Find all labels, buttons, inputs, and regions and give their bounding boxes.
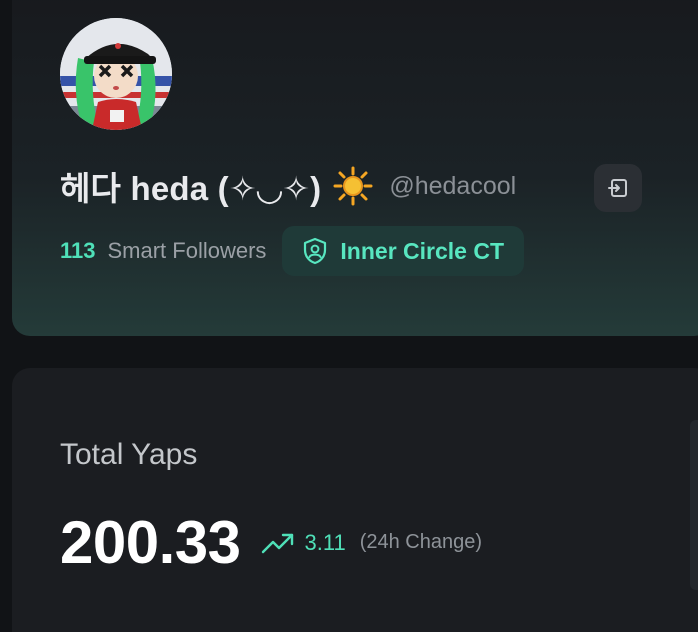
total-yaps-card: Total Yaps 200.33 3.11 (24h Change) xyxy=(12,368,698,632)
change-24h-label: (24h Change) xyxy=(359,531,483,553)
display-name: 헤다 heda (✧◡✧) xyxy=(60,170,322,207)
external-link-icon xyxy=(608,179,627,197)
total-yaps-value: 200.33 xyxy=(60,509,241,576)
name-row: 헤다 heda (✧◡✧) @hedacool xyxy=(60,162,516,210)
smart-followers-count[interactable]: 113 xyxy=(60,238,96,264)
total-yaps-row: 200.33 3.11 (24h Change) xyxy=(60,508,482,577)
trending-up-icon xyxy=(261,531,295,555)
smart-followers-row: 113 Smart Followers Inner Circle CT xyxy=(60,226,525,276)
change-24h-value: 3.11 xyxy=(304,529,346,555)
total-yaps-title: Total Yaps xyxy=(60,438,198,471)
shield-user-icon xyxy=(304,237,327,265)
adjacent-card-edge xyxy=(690,420,698,590)
badge-label: Inner Circle CT xyxy=(340,237,505,264)
external-link-button[interactable] xyxy=(594,164,642,212)
avatar[interactable] xyxy=(60,18,172,130)
sun-icon xyxy=(333,166,373,206)
profile-card: 헤다 heda (✧◡✧) @hedacool 113 Smart Follow… xyxy=(12,0,698,336)
avatar-image xyxy=(60,18,172,130)
inner-circle-badge[interactable]: Inner Circle CT xyxy=(282,226,525,276)
page: 헤다 heda (✧◡✧) @hedacool 113 Smart Follow… xyxy=(0,0,698,632)
smart-followers-label[interactable]: Smart Followers xyxy=(108,238,267,264)
user-handle[interactable]: @hedacool xyxy=(389,172,516,201)
